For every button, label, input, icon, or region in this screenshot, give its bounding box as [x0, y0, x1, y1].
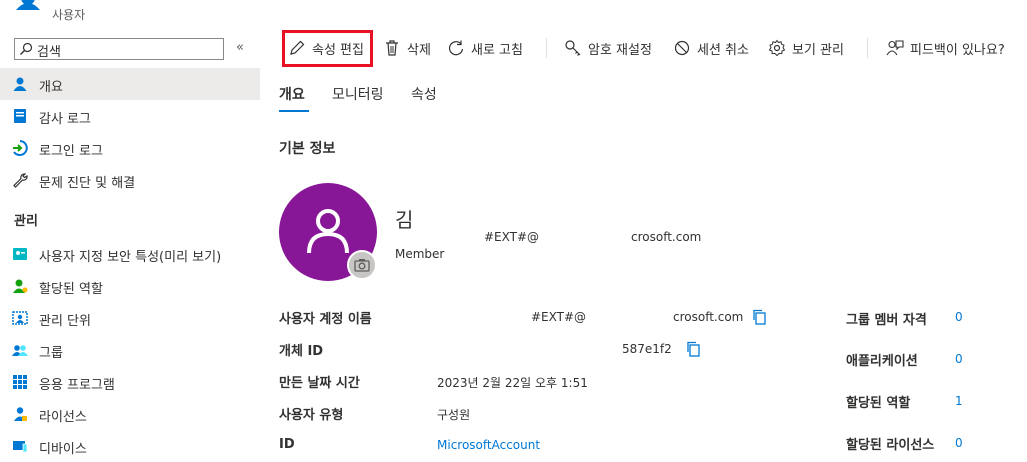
revoke-sessions-button[interactable]: 세션 취소 — [673, 30, 749, 66]
delete-label: 삭제 — [407, 42, 431, 58]
sidebar-item-label: 개요 — [39, 80, 63, 95]
delete-button[interactable]: 삭제 — [383, 30, 431, 66]
section-title-manage: 관리 — [14, 214, 38, 229]
stat-value-assigned-licenses[interactable]: 0 — [955, 436, 963, 450]
prop-value-upn-part: crosoft.com — [673, 310, 744, 324]
licenses-icon — [14, 407, 27, 421]
toolbar-divider — [867, 38, 868, 58]
change-photo-button[interactable] — [347, 250, 377, 280]
stat-value-applications[interactable]: 0 — [955, 352, 963, 366]
sidebar-item-admin-units[interactable]: 관리 단위 — [0, 302, 260, 334]
signin-log-icon — [13, 140, 28, 156]
sidebar-item-label: 디바이스 — [39, 442, 87, 457]
sidebar-item-label: 로그인 로그 — [39, 144, 103, 159]
block-icon — [674, 40, 690, 56]
prop-label-created-datetime: 만든 날짜 시간 — [279, 376, 360, 391]
feedback-icon — [886, 40, 904, 56]
sidebar-item-licenses[interactable]: 라이선스 — [0, 398, 260, 430]
copy-icon[interactable] — [751, 309, 767, 325]
revoke-sessions-label: 세션 취소 — [697, 42, 749, 58]
apps-grid-icon — [13, 375, 27, 389]
prop-label-identity: ID — [279, 437, 295, 452]
sidebar-item-label: 관리 단위 — [39, 314, 91, 329]
sidebar-item-label: 사용자 지정 보안 특성(미리 보기) — [39, 250, 222, 265]
prop-value-created-datetime: 2023년 2월 22일 오후 1:51 — [437, 376, 588, 390]
person-icon — [307, 209, 349, 254]
prop-label-user-type: 사용자 유형 — [279, 408, 344, 423]
sidebar-item-label: 감사 로그 — [39, 112, 91, 127]
toolbar-divider — [546, 38, 547, 58]
prop-value-upn-part: #EXT#@ — [531, 310, 587, 324]
feedback-label: 피드백이 있나요? — [910, 42, 1005, 58]
tab-monitoring[interactable]: 모니터링 — [332, 84, 384, 104]
manage-view-label: 보기 관리 — [792, 42, 844, 58]
search-input[interactable]: 검색 — [14, 38, 224, 60]
wrench-icon — [13, 173, 28, 188]
user-email-part: #EXT#@ — [484, 230, 540, 244]
basic-info-heading: 기본 정보 — [279, 141, 336, 157]
groups-icon — [12, 345, 28, 356]
devices-icon — [13, 441, 28, 453]
sidebar-item-applications[interactable]: 응용 프로그램 — [0, 366, 260, 398]
feedback-button[interactable]: 피드백이 있나요? — [886, 30, 1005, 66]
sidebar-item-groups[interactable]: 그룹 — [0, 334, 260, 366]
gear-icon — [768, 39, 786, 57]
prop-label-upn: 사용자 계정 이름 — [279, 312, 372, 327]
sidebar-item-custom-security-attributes[interactable]: 사용자 지정 보안 특성(미리 보기) — [0, 238, 260, 270]
tab-overview[interactable]: 개요 — [279, 84, 305, 104]
refresh-label: 새로 고침 — [471, 42, 523, 58]
app-title: 사용자 — [52, 8, 86, 22]
sidebar-item-label: 라이선스 — [39, 410, 87, 425]
users-app-icon — [16, 0, 40, 10]
tab-properties[interactable]: 속성 — [411, 84, 437, 104]
sidebar-item-label: 그룹 — [39, 346, 63, 361]
stat-value-assigned-roles[interactable]: 1 — [955, 394, 963, 408]
search-placeholder: 검색 — [37, 45, 61, 60]
command-bar: 속성 편집 삭제 새로 고침 암호 재설정 세션 취소 보기 관리 피드백이 있… — [270, 30, 1027, 66]
collapse-sidebar-button[interactable]: « — [236, 40, 244, 55]
security-attribute-icon — [13, 248, 27, 260]
sidebar-item-overview[interactable]: 개요 — [0, 68, 260, 100]
sidebar-item-devices[interactable]: 디바이스 — [0, 430, 260, 462]
manage-view-button[interactable]: 보기 관리 — [768, 30, 844, 66]
sidebar-item-assigned-roles[interactable]: 할당된 역할 — [0, 270, 260, 302]
prop-label-object-id: 개체 ID — [279, 344, 324, 359]
search-icon — [20, 42, 33, 55]
sidebar-item-label: 할당된 역할 — [39, 282, 103, 297]
sidebar-item-audit-logs[interactable]: 감사 로그 — [0, 100, 260, 132]
sidebar-item-diagnose[interactable]: 문제 진단 및 해결 — [0, 164, 260, 196]
sidebar-item-label: 문제 진단 및 해결 — [39, 176, 136, 191]
audit-log-icon — [14, 109, 26, 123]
copy-icon[interactable] — [685, 341, 701, 357]
active-tab-indicator — [279, 110, 309, 112]
trash-icon — [386, 40, 398, 56]
prop-value-object-id: 587e1f2 — [622, 342, 672, 356]
reset-password-button[interactable]: 암호 재설정 — [564, 30, 652, 66]
admin-units-icon — [12, 311, 28, 325]
prop-value-user-type: 구성원 — [437, 408, 471, 422]
refresh-button[interactable]: 새로 고침 — [447, 30, 523, 66]
sidebar-item-signin-logs[interactable]: 로그인 로그 — [0, 132, 260, 164]
user-icon — [13, 77, 27, 91]
stat-value-group-memberships[interactable]: 0 — [955, 310, 963, 324]
reset-password-label: 암호 재설정 — [588, 42, 652, 58]
user-type: Member — [395, 247, 445, 261]
stat-label-applications: 애플리케이션 — [846, 354, 918, 369]
refresh-icon — [449, 40, 464, 56]
assigned-roles-icon — [13, 279, 28, 293]
stat-label-group-memberships: 그룹 멤버 자격 — [846, 313, 927, 328]
stat-label-assigned-licenses: 할당된 라이선스 — [846, 438, 935, 453]
user-display-name: 김 — [395, 208, 414, 232]
stat-label-assigned-roles: 할당된 역할 — [846, 396, 911, 411]
edit-properties-highlight-box — [282, 30, 373, 67]
user-email-part: crosoft.com — [631, 230, 702, 244]
key-icon — [565, 40, 581, 56]
sidebar: 검색 « 개요 감사 로그 로그인 로그 문제 진단 및 해결 관리 사용자 지… — [0, 28, 260, 462]
sidebar-item-label: 응용 프로그램 — [39, 378, 115, 393]
prop-value-identity-link[interactable]: MicrosoftAccount — [437, 438, 540, 452]
camera-icon — [354, 259, 370, 272]
app-header: 사용자 — [0, 0, 260, 28]
